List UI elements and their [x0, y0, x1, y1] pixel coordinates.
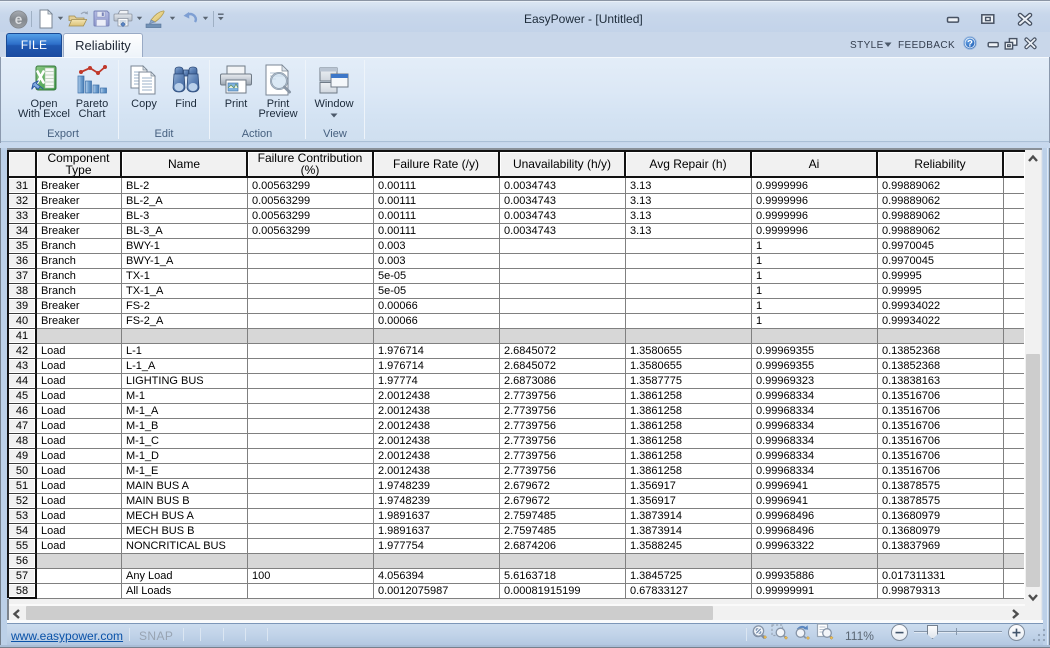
- svg-text:e: e: [15, 12, 23, 27]
- svg-text:?: ?: [967, 39, 973, 50]
